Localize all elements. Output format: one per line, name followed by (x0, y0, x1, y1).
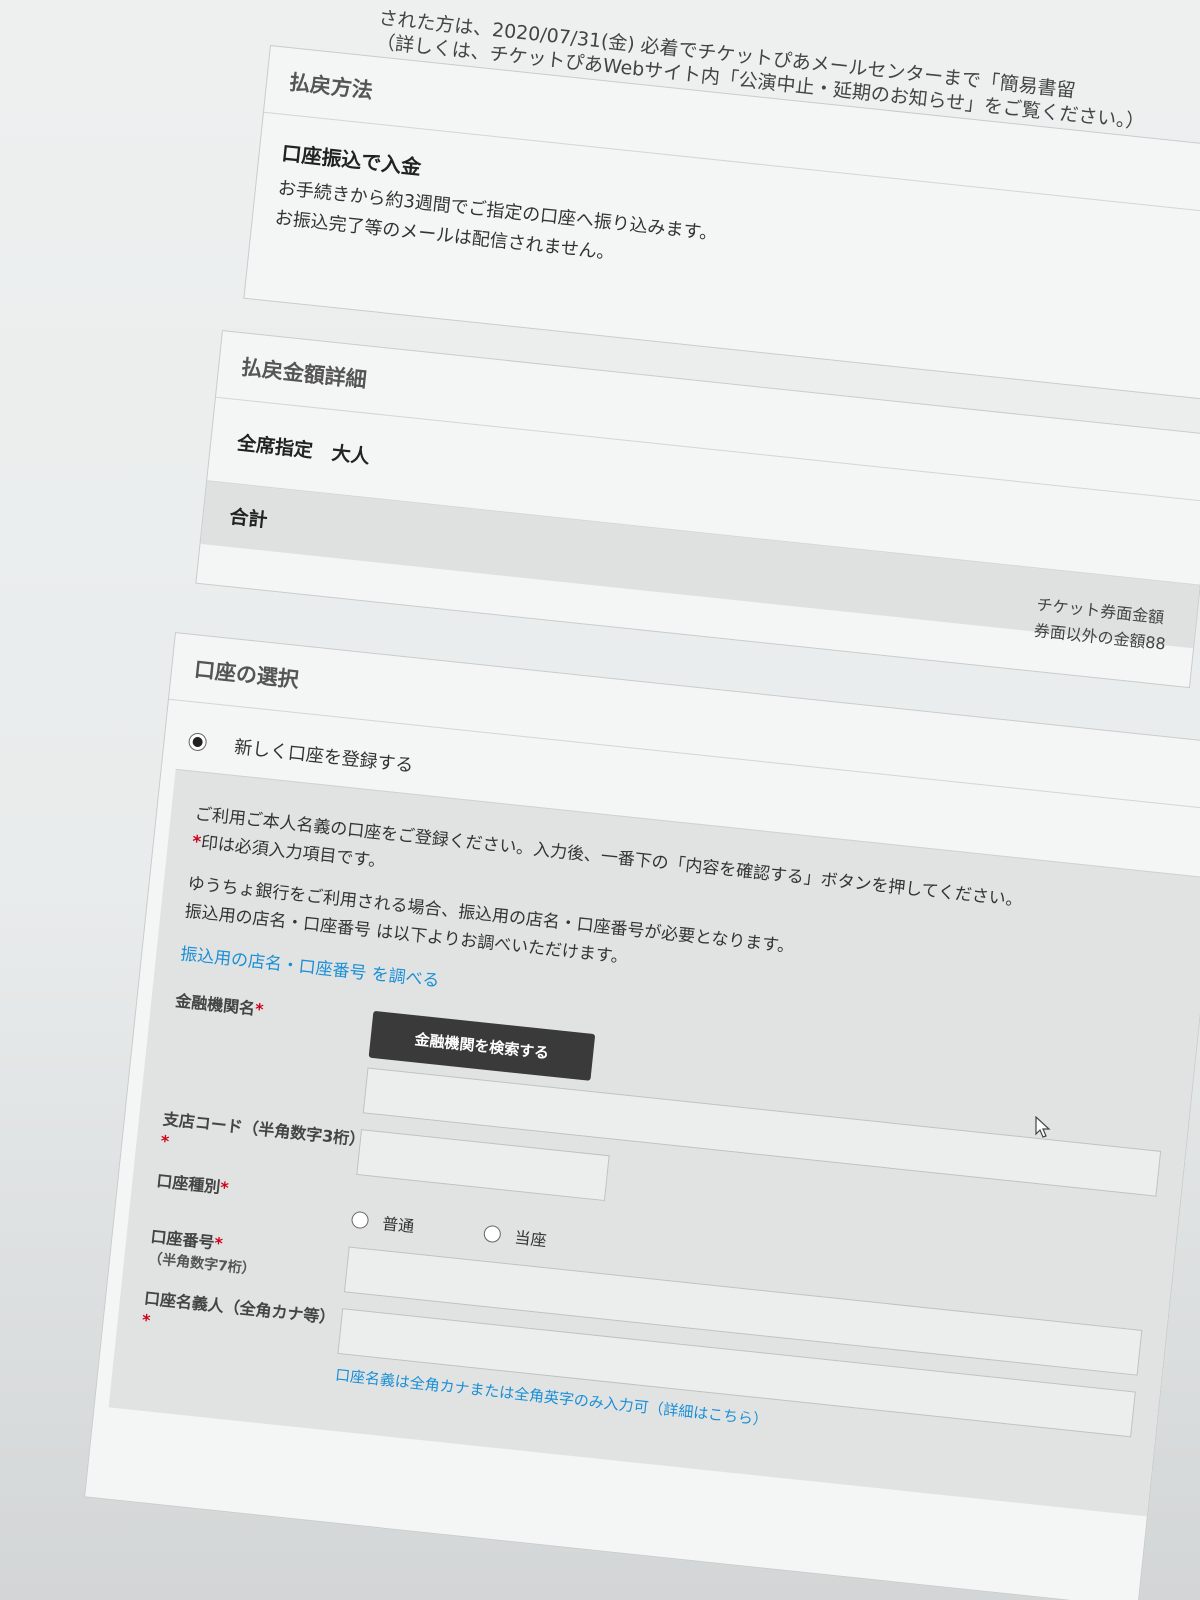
bank-search-button[interactable]: 金融機関を検索する (368, 1010, 596, 1081)
account-type-label: 口座種別* (155, 1171, 230, 1198)
holder-label: 口座名義人（全角カナ等）* (140, 1288, 337, 1331)
branch-label: 支店コード（半角数字3桁）* (159, 1109, 367, 1152)
account-type-current[interactable]: 当座 (483, 1221, 548, 1251)
page: された方は、2020/07/31(金) 必着でチケットぴあメールセンターまで「簡… (0, 0, 1200, 1600)
account-number-sublabel: （半角数字7桁） (147, 1250, 257, 1278)
account-type-ordinary[interactable]: 普通 (350, 1207, 415, 1237)
account-card: 口座の選択 新しく口座を登録する ご利用ご本人名義の口座をご登録ください。入力後… (84, 632, 1200, 1600)
bank-label: 金融機関名* (174, 991, 265, 1020)
ordinary-radio[interactable] (350, 1210, 370, 1229)
current-radio[interactable] (483, 1224, 502, 1243)
account-number-label: 口座番号* （半角数字7桁） (147, 1226, 349, 1290)
mouse-cursor-icon (1035, 1116, 1051, 1138)
new-account-label: 新しく口座を登録する (233, 736, 415, 777)
branch-code-input[interactable] (356, 1129, 610, 1202)
account-form-panel: ご利用ご本人名義の口座をご登録ください。入力後、一番下の「内容を確認する」ボタン… (108, 768, 1200, 1517)
new-account-radio[interactable] (187, 732, 208, 752)
